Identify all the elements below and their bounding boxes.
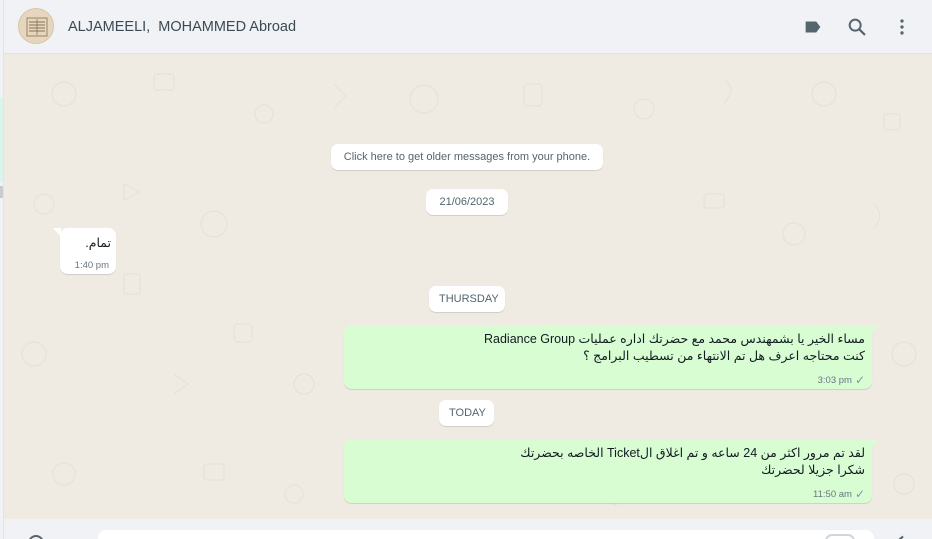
message-time: 1:40 pm — [74, 260, 109, 271]
message-line: كنت محتاجه اعرف هل تم الانتهاء من تسطيب … — [583, 349, 865, 363]
contact-name[interactable]: ALJAMEELI, MOHAMMED Abroad — [68, 19, 296, 35]
date-separator: 21/06/2023 — [426, 189, 508, 215]
outgoing-message[interactable]: مساء الخير يا بشمهندس محمد مع حضرتك ادار… — [344, 325, 879, 389]
outgoing-message[interactable]: لقد تم مرور اكثر من 24 ساعه و تم اغلاق ا… — [344, 439, 879, 503]
selected-chat-highlight — [0, 98, 3, 182]
message-line: شكرا جزيلا لحضرتك — [761, 463, 865, 477]
label-icon[interactable] — [801, 15, 825, 39]
incoming-message[interactable]: تمام. 1:40 pm — [53, 228, 116, 274]
scrollbar-fragment — [0, 186, 3, 198]
message-meta: 11:50 am ✓ — [813, 488, 865, 500]
conversation-header: ALJAMEELI, MOHAMMED Abroad — [4, 0, 932, 54]
message-time: 3:03 pm — [817, 374, 852, 386]
message-text: لقد تم مرور اكثر من 24 ساعه و تم اغلاق ا… — [520, 445, 865, 479]
sent-check-icon: ✓ — [854, 487, 865, 501]
older-messages-notice[interactable]: Click here to get older messages from yo… — [331, 144, 603, 170]
date-separator: THURSDAY — [429, 286, 505, 312]
bubble-tail — [871, 325, 879, 334]
message-time: 11:50 am — [813, 488, 852, 500]
message-meta: 1:40 pm — [75, 260, 109, 271]
message-line: مساء الخير يا بشمهندس محمد مع حضرتك ادار… — [484, 332, 865, 346]
message-text: تمام. — [85, 236, 111, 250]
menu-icon[interactable] — [890, 15, 914, 39]
send-icon[interactable] — [896, 535, 904, 539]
message-list[interactable]: Click here to get older messages from yo… — [4, 54, 932, 519]
whatsapp-web-window: ALJAMEELI, MOHAMMED Abroad Click here to… — [0, 0, 932, 539]
search-icon[interactable] — [845, 15, 869, 39]
sent-check-icon: ✓ — [854, 373, 865, 387]
toggle-icon[interactable] — [825, 534, 855, 539]
date-separator: TODAY — [439, 400, 494, 426]
message-meta: 3:03 pm ✓ — [818, 374, 865, 386]
compose-bar — [4, 519, 932, 539]
message-text: مساء الخير يا بشمهندس محمد مع حضرتك ادار… — [484, 331, 865, 365]
bubble-tail — [871, 439, 879, 448]
emoji-icon[interactable] — [28, 535, 44, 539]
bubble-tail — [53, 228, 61, 237]
message-input[interactable] — [98, 530, 874, 539]
avatar-image — [19, 9, 53, 43]
message-line: لقد تم مرور اكثر من 24 ساعه و تم اغلاق ا… — [520, 446, 865, 460]
avatar[interactable] — [18, 8, 54, 44]
